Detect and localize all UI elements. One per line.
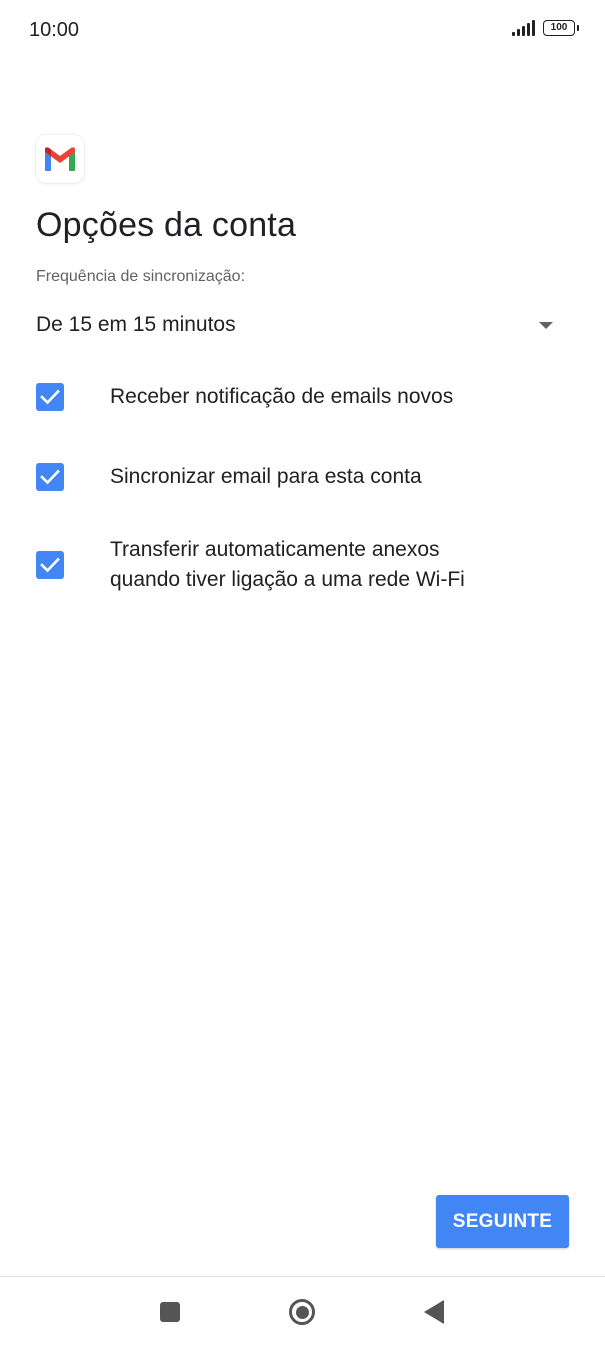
checkmark-icon <box>40 557 60 573</box>
status-bar: 10:00 100 <box>0 0 605 62</box>
auto-download-attachments-checkbox[interactable] <box>36 551 64 579</box>
gmail-m-icon <box>45 147 75 171</box>
option-notify-new-emails[interactable]: Receber notificação de emails novos <box>36 382 566 412</box>
option-auto-download-attachments[interactable]: Transferir automaticamente anexos quando… <box>36 535 566 595</box>
home-circle-icon <box>289 1299 315 1325</box>
status-time: 10:00 <box>29 19 80 41</box>
auto-download-attachments-label: Transferir automaticamente anexos quando… <box>110 535 465 595</box>
battery-level: 100 <box>550 22 568 33</box>
status-icons: 100 <box>512 20 579 36</box>
sync-email-label: Sincronizar email para esta conta <box>110 465 422 488</box>
battery-icon: 100 <box>543 20 579 36</box>
dropdown-arrow-icon <box>539 321 553 329</box>
auto-download-attachments-label-line1: Transferir automaticamente anexos <box>110 538 440 561</box>
next-button[interactable]: SEGUINTE <box>436 1195 569 1248</box>
notify-new-emails-checkbox[interactable] <box>36 383 64 411</box>
checkmark-icon <box>40 469 60 485</box>
home-button[interactable] <box>285 1295 319 1329</box>
gmail-icon <box>36 135 84 183</box>
auto-download-attachments-label-line2: quando tiver ligação a uma rede Wi-Fi <box>110 568 465 591</box>
notify-new-emails-label: Receber notificação de emails novos <box>110 385 454 408</box>
sync-frequency-value: De 15 em 15 minutos <box>36 313 236 336</box>
sync-email-checkbox[interactable] <box>36 463 64 491</box>
back-triangle-icon <box>424 1300 444 1324</box>
checkmark-icon <box>40 389 60 405</box>
sync-frequency-label: Frequência de sincronização: <box>36 268 246 285</box>
sync-frequency-dropdown[interactable]: De 15 em 15 minutos <box>36 305 566 345</box>
recents-button[interactable] <box>153 1295 187 1329</box>
option-sync-email[interactable]: Sincronizar email para esta conta <box>36 462 566 492</box>
page-title: Opções da conta <box>36 206 297 244</box>
recents-square-icon <box>160 1302 180 1322</box>
system-nav-bar <box>0 1276 605 1347</box>
back-button[interactable] <box>417 1295 451 1329</box>
signal-icon <box>512 20 535 36</box>
